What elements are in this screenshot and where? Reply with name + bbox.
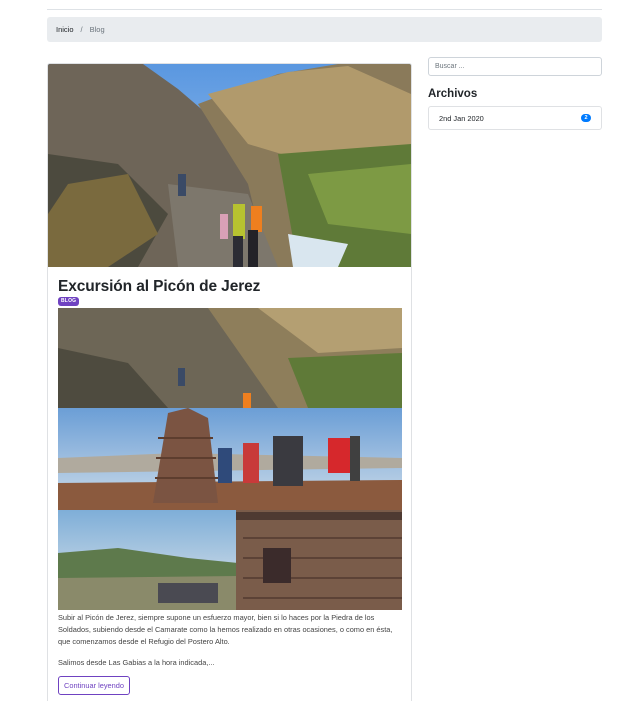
breadcrumb-home-link[interactable]: Inicio (56, 25, 74, 34)
breadcrumb-current: Blog (89, 25, 105, 34)
category-badge[interactable]: BLOG (58, 297, 80, 306)
read-more-button[interactable]: Continuar leyendo (58, 676, 130, 695)
archive-item[interactable]: 2nd Jan 2020 2 (428, 106, 602, 130)
top-divider (47, 9, 602, 10)
post-title[interactable]: Excursión al Picón de Jerez (58, 278, 260, 296)
post-excerpt: Subir al Picón de Jerez, siempre supone … (58, 613, 393, 646)
post-excerpt-continuation: Salimos desde Las Gabias a la hora indic… (58, 658, 215, 667)
archives-heading: Archivos (428, 88, 478, 100)
breadcrumb: Inicio / Blog (47, 17, 602, 42)
post-photo-collage (58, 308, 402, 610)
archive-item-label: 2nd Jan 2020 (439, 113, 484, 123)
blog-post-card: Excursión al Picón de Jerez BLOG Subir a… (47, 63, 412, 701)
post-hero-image[interactable] (48, 64, 411, 267)
breadcrumb-separator: / (80, 25, 83, 34)
archive-count-badge: 2 (581, 114, 591, 122)
search-input[interactable] (428, 57, 602, 76)
